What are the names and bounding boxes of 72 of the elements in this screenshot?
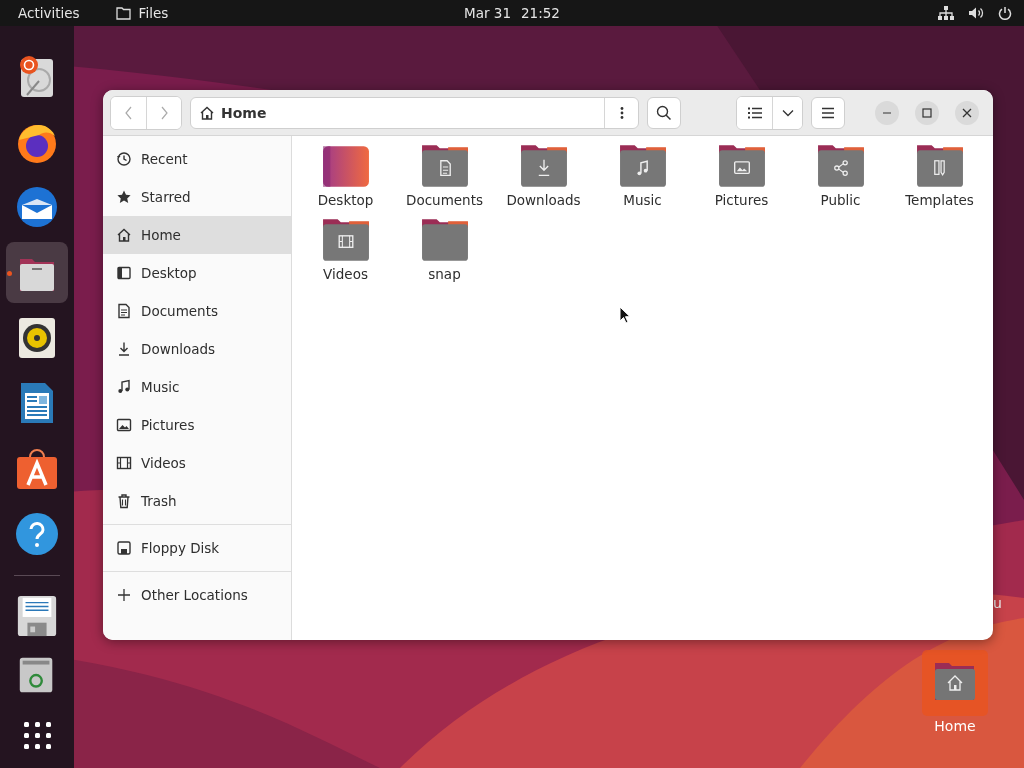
search-icon (656, 104, 672, 121)
folder-name[interactable]: Music (623, 192, 662, 208)
help-icon (15, 512, 59, 557)
path-home-button[interactable]: Home (191, 97, 604, 128)
folder-icon[interactable] (717, 144, 766, 188)
folder-icon[interactable] (321, 144, 370, 188)
sidebar-item[interactable]: Starred (103, 178, 291, 216)
main-menu-button[interactable] (811, 96, 845, 129)
time[interactable]: 21:52 (521, 5, 560, 21)
folder-icon[interactable] (420, 218, 469, 262)
sidebar-item[interactable]: Downloads (103, 330, 291, 368)
folder-name[interactable]: Public (820, 192, 861, 208)
dock-item[interactable] (6, 242, 68, 304)
pictures-icon (116, 417, 132, 433)
home-icon (199, 104, 215, 121)
sidebar-item[interactable]: Music (103, 368, 291, 406)
sidebar-item[interactable]: Documents (103, 292, 291, 330)
folder-icon[interactable] (618, 144, 667, 188)
activities-button[interactable]: Activities (18, 5, 80, 21)
maximize-button[interactable] (915, 100, 939, 125)
home-icon (116, 227, 132, 243)
downloads-icon (116, 341, 132, 357)
folder-icon (115, 6, 131, 20)
chevron-right-icon (159, 104, 169, 121)
plus-icon (116, 587, 132, 603)
power-icon[interactable] (998, 6, 1012, 20)
folder-icon[interactable] (321, 218, 370, 262)
starred-icon (116, 189, 132, 205)
close-button[interactable] (955, 100, 979, 125)
close-icon (962, 107, 972, 118)
desktop-icon-label: u (993, 595, 1002, 611)
cursor-icon (619, 306, 631, 324)
chevron-left-icon (123, 104, 134, 121)
network-icon[interactable] (938, 6, 954, 20)
sidebar-item[interactable]: Desktop (103, 254, 291, 292)
home-folder-icon[interactable] (922, 650, 988, 716)
folder-name[interactable]: snap (428, 266, 461, 282)
kebab-menu-icon (619, 105, 624, 120)
music-icon (116, 379, 132, 395)
folder-name[interactable]: Desktop (317, 192, 374, 208)
sidebar-item[interactable]: Pictures (103, 406, 291, 444)
documents-icon (116, 303, 132, 319)
sidebar-item[interactable]: Floppy Disk (103, 529, 291, 567)
sidebar-item[interactable]: Home (103, 216, 291, 254)
menu-icon (821, 106, 835, 119)
sidebar-item[interactable]: Recent (103, 140, 291, 178)
folder-icon[interactable] (519, 144, 568, 188)
sidebar-item[interactable]: Trash (103, 482, 291, 520)
folder-icon[interactable] (816, 144, 865, 188)
volume-icon[interactable] (968, 6, 984, 20)
search-button[interactable] (647, 96, 681, 129)
folder-name[interactable]: Pictures (714, 192, 769, 208)
folder-icon[interactable] (915, 144, 964, 188)
date[interactable]: Mar 31 (464, 5, 511, 21)
desktop-icon (116, 265, 132, 281)
recent-icon (116, 151, 132, 167)
folder-icon[interactable] (420, 144, 469, 188)
list-icon (747, 106, 762, 119)
sidebar-item[interactable]: Videos (103, 444, 291, 482)
folder-name[interactable]: Videos (323, 266, 368, 282)
desktop-icon-label[interactable]: Home (934, 718, 976, 734)
folder-name[interactable]: Documents (406, 192, 483, 208)
videos-icon (116, 455, 132, 471)
maximize-icon (922, 107, 932, 118)
folder-name[interactable]: Templates (905, 192, 974, 208)
chevron-down-icon (781, 108, 794, 117)
app-menu[interactable]: Files (138, 5, 169, 21)
minimize-button[interactable] (875, 100, 899, 125)
minimize-icon (883, 111, 891, 114)
folder-name[interactable]: Downloads (506, 192, 581, 208)
shopping-bag-icon (15, 446, 59, 491)
sidebar-item[interactable]: Other Locations (103, 576, 291, 614)
